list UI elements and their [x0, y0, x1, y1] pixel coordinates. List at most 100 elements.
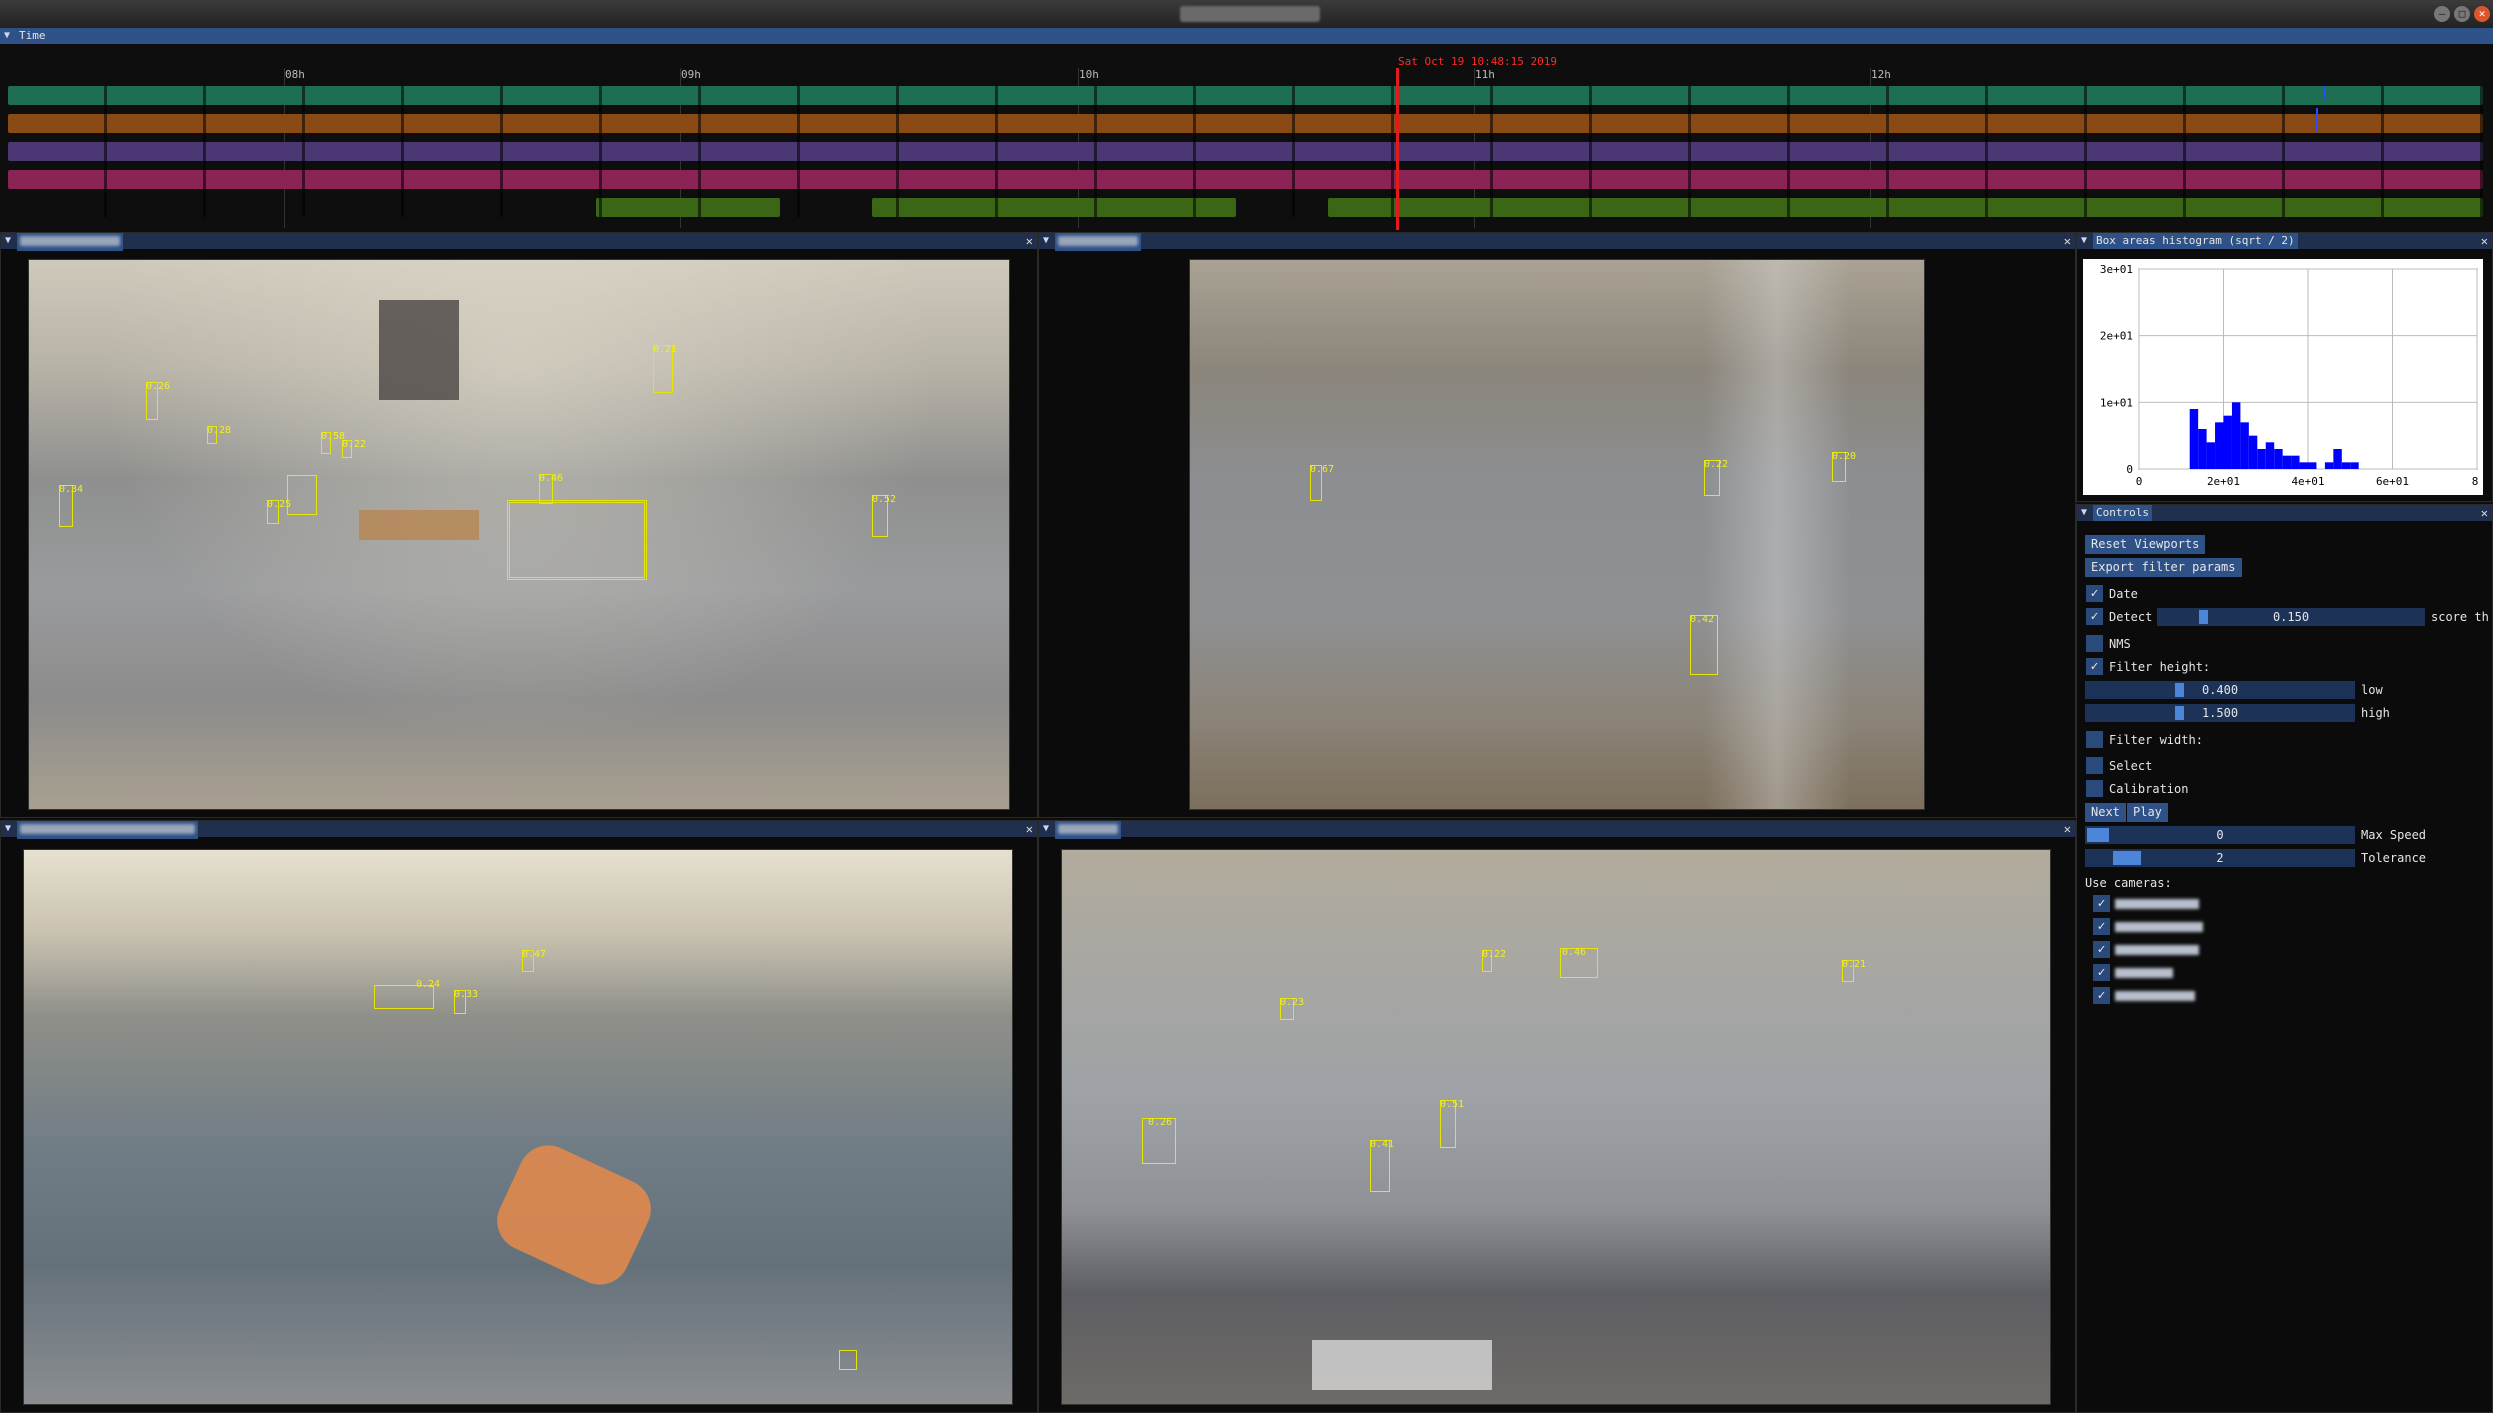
collapse-icon[interactable]: ▼ [4, 28, 14, 44]
date-checkbox[interactable]: ✓ [2086, 585, 2103, 602]
next-button[interactable]: Next [2085, 803, 2126, 822]
detect-threshold-slider[interactable]: 0.150 [2157, 608, 2425, 626]
close-icon[interactable]: ✕ [1026, 821, 1033, 837]
export-filter-params-button[interactable]: Export filter params [2085, 558, 2242, 577]
max-speed-slider[interactable]: 0 [2085, 826, 2355, 844]
detection-cluster[interactable] [507, 500, 647, 580]
time-cursor[interactable] [1396, 68, 1399, 230]
close-icon[interactable]: ✕ [2481, 505, 2488, 521]
histogram-bar [2265, 442, 2275, 469]
detection-box[interactable] [287, 475, 317, 515]
camera-frame[interactable]: 0.26 0.28 0.58 0.22 0.34 0.25 0.46 0.21 … [28, 259, 1010, 810]
detection-score: 0.24 [416, 979, 441, 990]
maximize-button[interactable]: □ [2454, 6, 2470, 22]
track-segment-overlay [8, 86, 2483, 217]
y-tick-label: 3e+01 [2100, 263, 2133, 276]
camera-header[interactable]: ▼ ✕ [1039, 233, 2075, 251]
detection-score: 0.21 [1842, 959, 1867, 970]
camera-name-blurred [2115, 945, 2199, 955]
collapse-icon[interactable]: ▼ [5, 233, 15, 249]
slider-grab[interactable] [2199, 610, 2209, 624]
height-low-slider[interactable]: 0.400 [2085, 681, 2355, 699]
camera-header[interactable]: ▼ ✕ [1, 233, 1037, 251]
close-icon[interactable]: ✕ [2064, 821, 2071, 837]
timeline-title: Time [19, 29, 46, 42]
event-marker [2324, 86, 2326, 100]
detection-score: 0.23 [1280, 997, 1305, 1008]
detection-score: 0.22 [1704, 459, 1729, 470]
histogram-header[interactable]: ▼ Box areas histogram (sqrt / 2) ✕ [2077, 233, 2492, 249]
nms-checkbox[interactable] [2086, 635, 2103, 652]
collapse-icon[interactable]: ▼ [2081, 233, 2091, 249]
collapse-icon[interactable]: ▼ [2081, 505, 2091, 521]
scene-block [359, 510, 479, 540]
histogram-bar [2223, 415, 2232, 469]
os-titlebar: – □ ✕ [0, 0, 2493, 29]
slider-grab[interactable] [2113, 851, 2141, 865]
select-checkbox[interactable] [2086, 757, 2103, 774]
camera-title-blurred [17, 233, 123, 251]
slider-value: 1.500 [2201, 706, 2239, 720]
play-button[interactable]: Play [2127, 803, 2168, 822]
close-window-button[interactable]: ✕ [2474, 6, 2490, 22]
camera-frame[interactable]: 0.47 0.24 0.33 [23, 849, 1013, 1405]
calibration-checkbox[interactable] [2086, 780, 2103, 797]
detection-score: 0.34 [59, 484, 84, 495]
height-high-slider[interactable]: 1.500 [2085, 704, 2355, 722]
detection-score: 0.20 [1832, 451, 1857, 462]
scene-block [1312, 1340, 1492, 1390]
slider-grab[interactable] [2175, 706, 2184, 720]
tolerance-label: Tolerance [2361, 851, 2427, 865]
camera-name-blurred [2115, 968, 2173, 978]
filter-width-checkbox[interactable] [2086, 731, 2103, 748]
camera-name-blurred [2115, 922, 2203, 932]
close-icon[interactable]: ✕ [1026, 233, 1033, 249]
detect-checkbox[interactable]: ✓ [2086, 608, 2103, 625]
timeline-header[interactable]: ▼ Time [0, 28, 2493, 44]
hour-label: 08h [285, 68, 305, 81]
camera-checkbox-4[interactable]: ✓ [2093, 964, 2110, 981]
tolerance-slider[interactable]: 2 [2085, 849, 2355, 867]
detection-score: 0.46 [1562, 947, 1587, 958]
high-label: high [2361, 706, 2390, 720]
detection-score: 0.26 [1148, 1117, 1173, 1128]
histogram-bar [2291, 455, 2300, 469]
histogram-bar [2333, 449, 2342, 469]
detection-score: 0.21 [653, 344, 678, 355]
close-icon[interactable]: ✕ [2064, 233, 2071, 249]
camera-checkbox-2[interactable]: ✓ [2093, 918, 2110, 935]
x-tick-label: 2e+01 [2207, 475, 2240, 488]
camera-header[interactable]: ▼ ✕ [1, 821, 1037, 839]
histogram-bar [2257, 449, 2266, 469]
camera-checkbox-1[interactable]: ✓ [2093, 895, 2110, 912]
camera-header[interactable]: ▼ ✕ [1039, 821, 2075, 839]
minimize-button[interactable]: – [2434, 6, 2450, 22]
slider-grab[interactable] [2175, 683, 2184, 697]
filter-height-label: Filter height: [2109, 660, 2211, 674]
histogram-bar [2341, 462, 2351, 469]
camera-checkbox-3[interactable]: ✓ [2093, 941, 2110, 958]
detection-score: 0.22 [342, 439, 367, 450]
nms-label: NMS [2109, 637, 2131, 651]
slider-value: 0.400 [2201, 683, 2239, 697]
histogram-bar [2282, 455, 2292, 469]
close-icon[interactable]: ✕ [2481, 233, 2488, 249]
camera-frame[interactable]: 0.67 0.22 0.20 0.42 [1189, 259, 1925, 810]
collapse-icon[interactable]: ▼ [5, 821, 15, 837]
timeline-window: ▼ Time 08h 09h 10h 11h 12h Sat Oct 19 10… [0, 28, 2493, 232]
collapse-icon[interactable]: ▼ [1043, 821, 1053, 837]
collapse-icon[interactable]: ▼ [1043, 233, 1053, 249]
controls-header[interactable]: ▼ Controls ✕ [2077, 505, 2492, 521]
camera-name-blurred [2115, 991, 2195, 1001]
camera-title-blurred [17, 821, 198, 839]
reset-viewports-button[interactable]: Reset Viewports [2085, 535, 2206, 554]
filter-height-checkbox[interactable]: ✓ [2086, 658, 2103, 675]
histogram-bar [2308, 462, 2317, 469]
detection-box[interactable] [839, 1350, 857, 1370]
camera-checkbox-5[interactable]: ✓ [2093, 987, 2110, 1004]
slider-grab[interactable] [2087, 828, 2109, 842]
hour-label: 10h [1079, 68, 1099, 81]
histogram-plot-area[interactable]: 3e+01 2e+01 1e+01 0 0 2e+01 4e+01 6e+01 8 [2083, 259, 2483, 495]
camera-frame[interactable]: 0.22 0.46 0.21 0.23 0.51 0.41 0.26 [1061, 849, 2051, 1405]
scene-block [379, 300, 459, 400]
